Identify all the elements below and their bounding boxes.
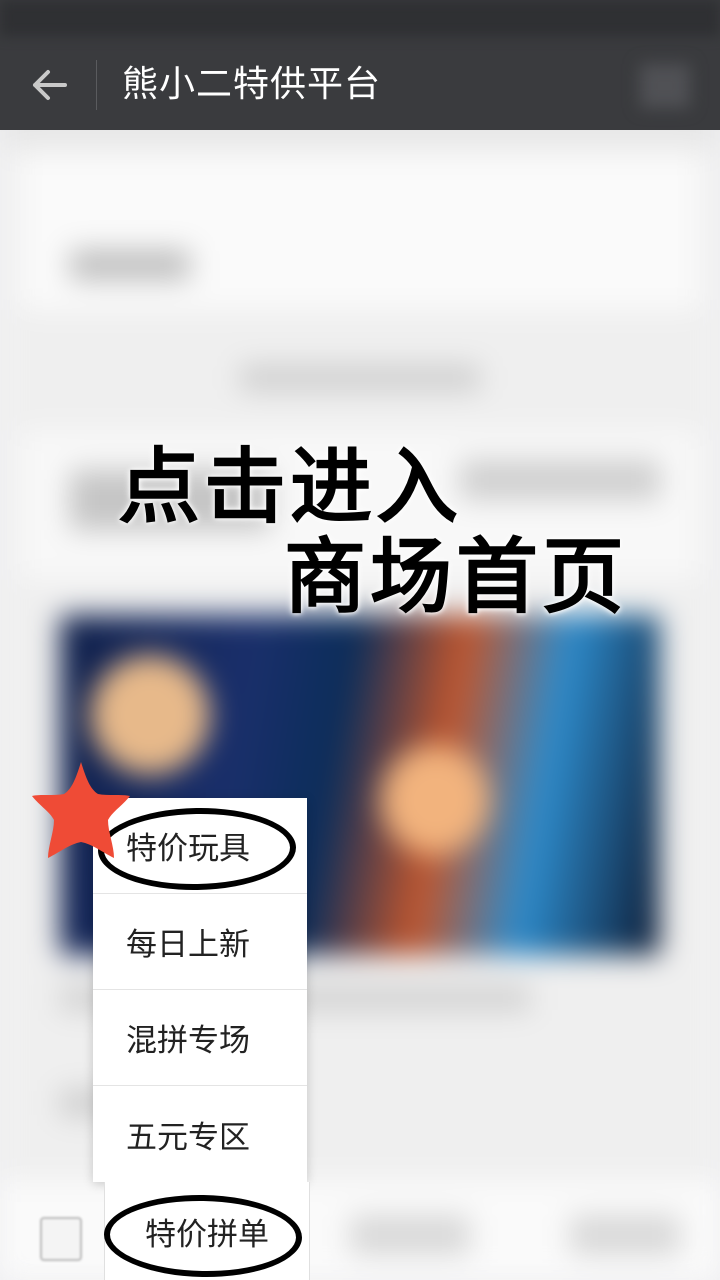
title-divider xyxy=(96,60,97,110)
title-bar: 熊小二特供平台 xyxy=(0,0,720,130)
back-button[interactable] xyxy=(22,58,76,112)
background-card xyxy=(20,150,700,310)
background-tab-blur xyxy=(570,1215,680,1255)
menu-item-mixed-batch[interactable]: 混拼专场 xyxy=(93,990,307,1086)
banner-glow xyxy=(90,655,210,775)
menu-item-daily-new[interactable]: 每日上新 xyxy=(93,894,307,990)
background-text-blur xyxy=(240,365,480,391)
tab-group-buy[interactable]: 特价拼单 xyxy=(104,1182,310,1280)
popup-menu: 特价玩具 每日上新 混拼专场 五元专区 xyxy=(93,798,307,1182)
more-menu-icon[interactable] xyxy=(640,64,690,108)
page-title: 熊小二特供平台 xyxy=(122,64,382,105)
background-text-blur xyxy=(70,250,190,280)
arrow-left-icon xyxy=(33,70,67,100)
menu-item-five-yuan-zone[interactable]: 五元专区 xyxy=(93,1086,307,1182)
background-tab-blur xyxy=(350,1215,470,1255)
banner-glow xyxy=(380,745,490,855)
keyboard-icon[interactable] xyxy=(40,1217,82,1261)
status-bar xyxy=(0,0,720,36)
background-text-blur xyxy=(460,460,660,500)
instruction-text-line-2: 商场首页 xyxy=(284,530,629,625)
menu-item-special-toys[interactable]: 特价玩具 xyxy=(93,798,307,894)
